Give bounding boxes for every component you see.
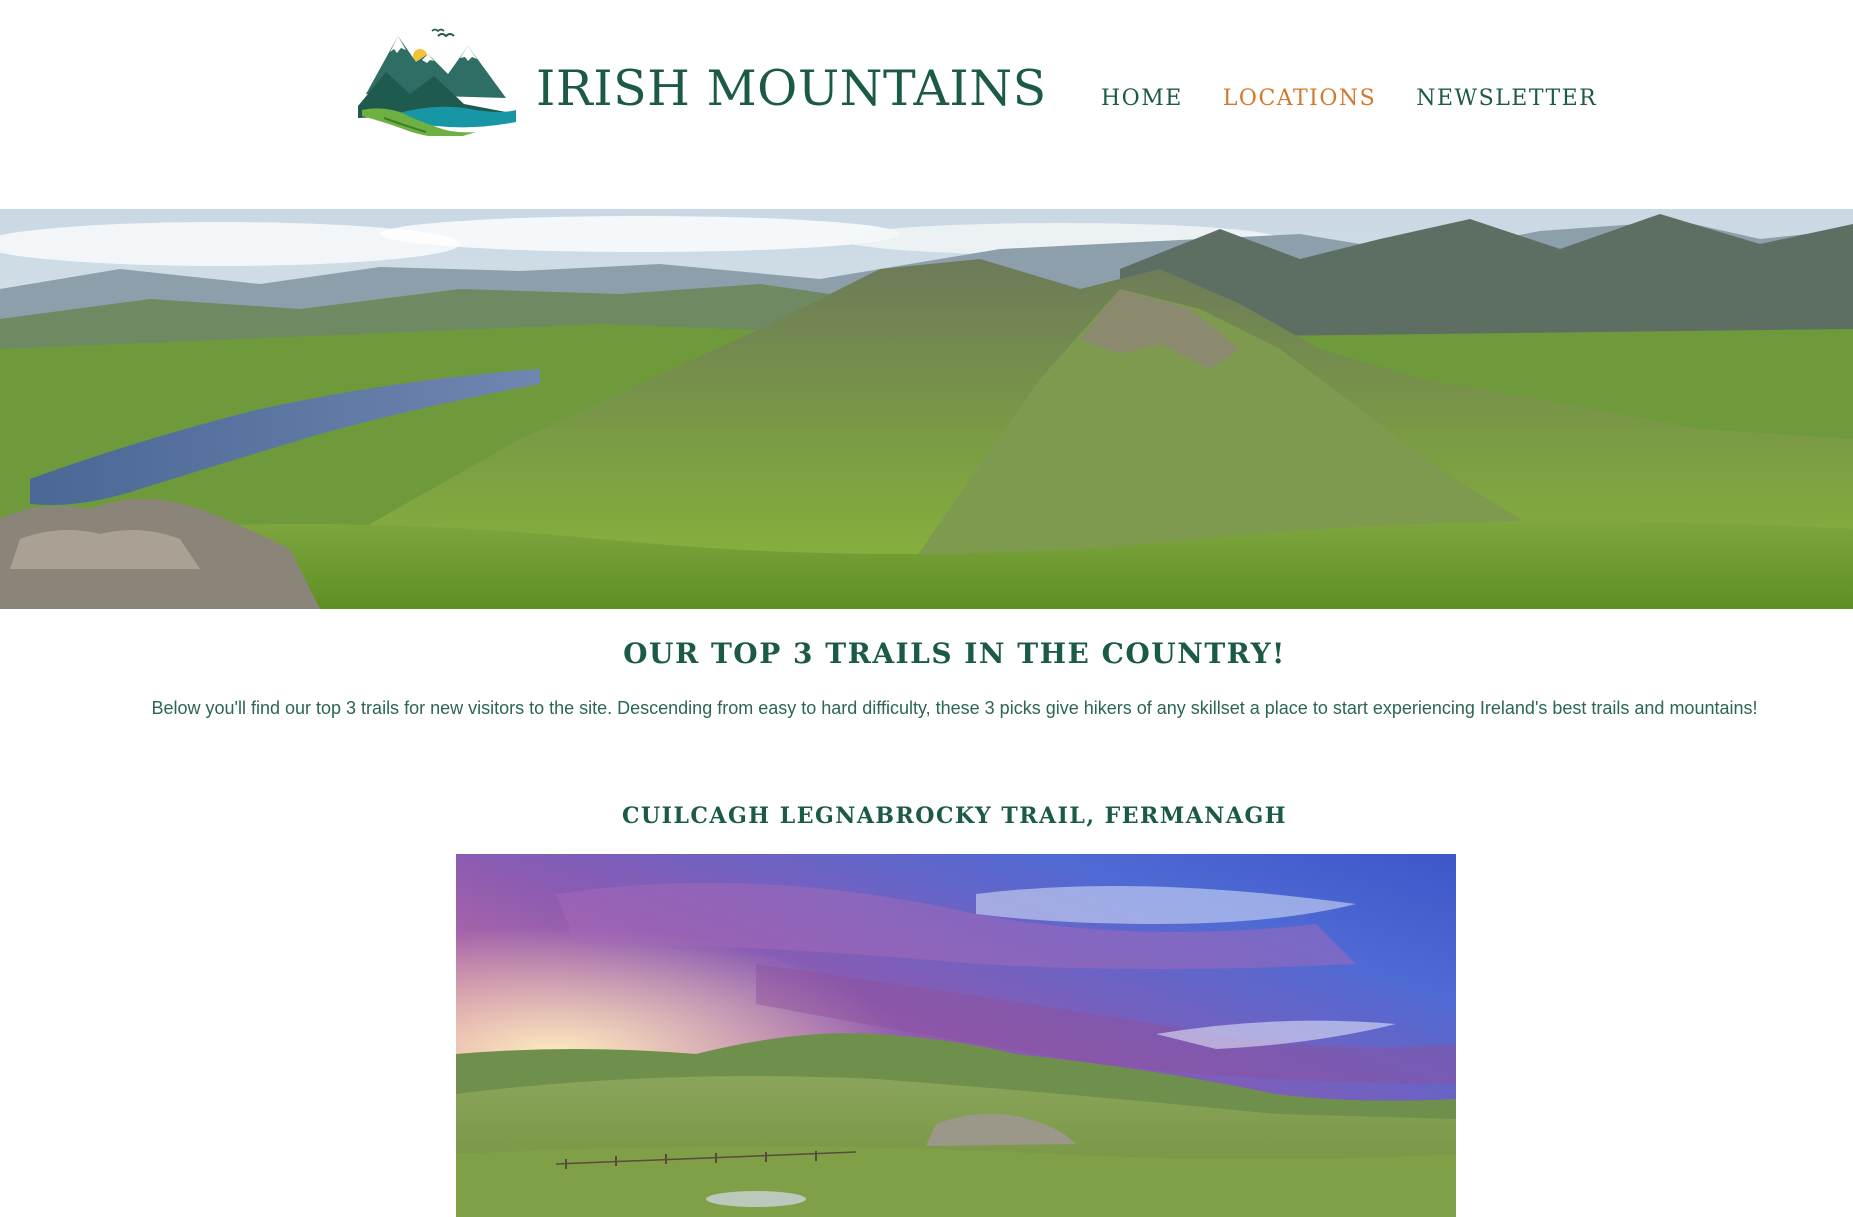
site-logo-text: IRISH MOUNTAINS bbox=[536, 60, 1047, 117]
mountain-logo-icon bbox=[358, 28, 516, 136]
trail-image bbox=[456, 854, 1456, 1217]
nav-newsletter-link[interactable]: NEWSLETTER bbox=[1416, 86, 1597, 112]
page: IRISH MOUNTAINS HOME LOCATIONS NEWSLETTE… bbox=[0, 0, 1853, 1217]
trail-landscape-image bbox=[456, 854, 1456, 1217]
main-nav: HOME LOCATIONS NEWSLETTER bbox=[1101, 86, 1597, 112]
intro-heading: OUR TOP 3 TRAILS IN THE COUNTRY! bbox=[623, 637, 1286, 670]
nav-home-link[interactable]: HOME bbox=[1101, 86, 1183, 112]
hero-landscape-image bbox=[0, 209, 1853, 609]
site-header: IRISH MOUNTAINS HOME LOCATIONS NEWSLETTE… bbox=[0, 0, 1853, 209]
nav-locations-link[interactable]: LOCATIONS bbox=[1223, 86, 1376, 112]
site-logo-link[interactable]: IRISH MOUNTAINS bbox=[356, 26, 1046, 138]
intro-text: Below you'll find our top 3 trails for n… bbox=[151, 698, 1758, 718]
hero-banner bbox=[0, 209, 1853, 609]
trail-title: CUILCAGH LEGNABROCKY TRAIL, FERMANAGH bbox=[621, 803, 1288, 829]
